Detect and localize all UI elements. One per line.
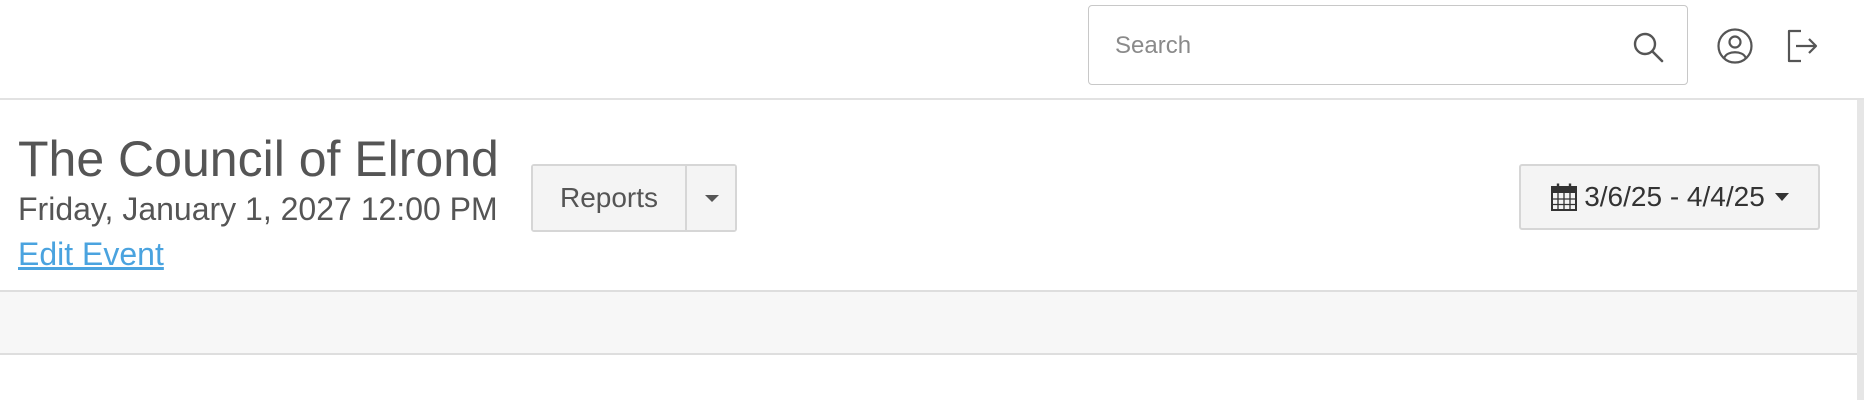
search-icon[interactable] [1631, 30, 1665, 64]
search-input[interactable] [1113, 6, 1617, 86]
reports-button-group: Reports [531, 164, 737, 232]
event-date: Friday, January 1, 2027 12:00 PM [18, 191, 498, 227]
logout-icon[interactable] [1784, 28, 1820, 64]
scrollbar-track[interactable] [1857, 100, 1864, 400]
caret-down-icon [1774, 193, 1789, 201]
date-range-label: 3/6/25 - 4/4/25 [1584, 181, 1765, 212]
edit-event-link[interactable]: Edit Event [18, 235, 164, 273]
reports-dropdown-toggle[interactable] [685, 166, 735, 230]
event-title: The Council of Elrond [18, 131, 499, 187]
toolbar-band [0, 292, 1857, 355]
top-navigation-bar [0, 0, 1864, 100]
user-icon[interactable] [1716, 27, 1754, 65]
calendar-icon [1551, 183, 1578, 211]
content-area [0, 355, 1857, 400]
reports-button[interactable]: Reports [533, 166, 685, 230]
date-range-picker-button[interactable]: 3/6/25 - 4/4/25 [1519, 164, 1820, 230]
caret-down-icon [705, 195, 719, 202]
search-box[interactable] [1088, 5, 1688, 86]
